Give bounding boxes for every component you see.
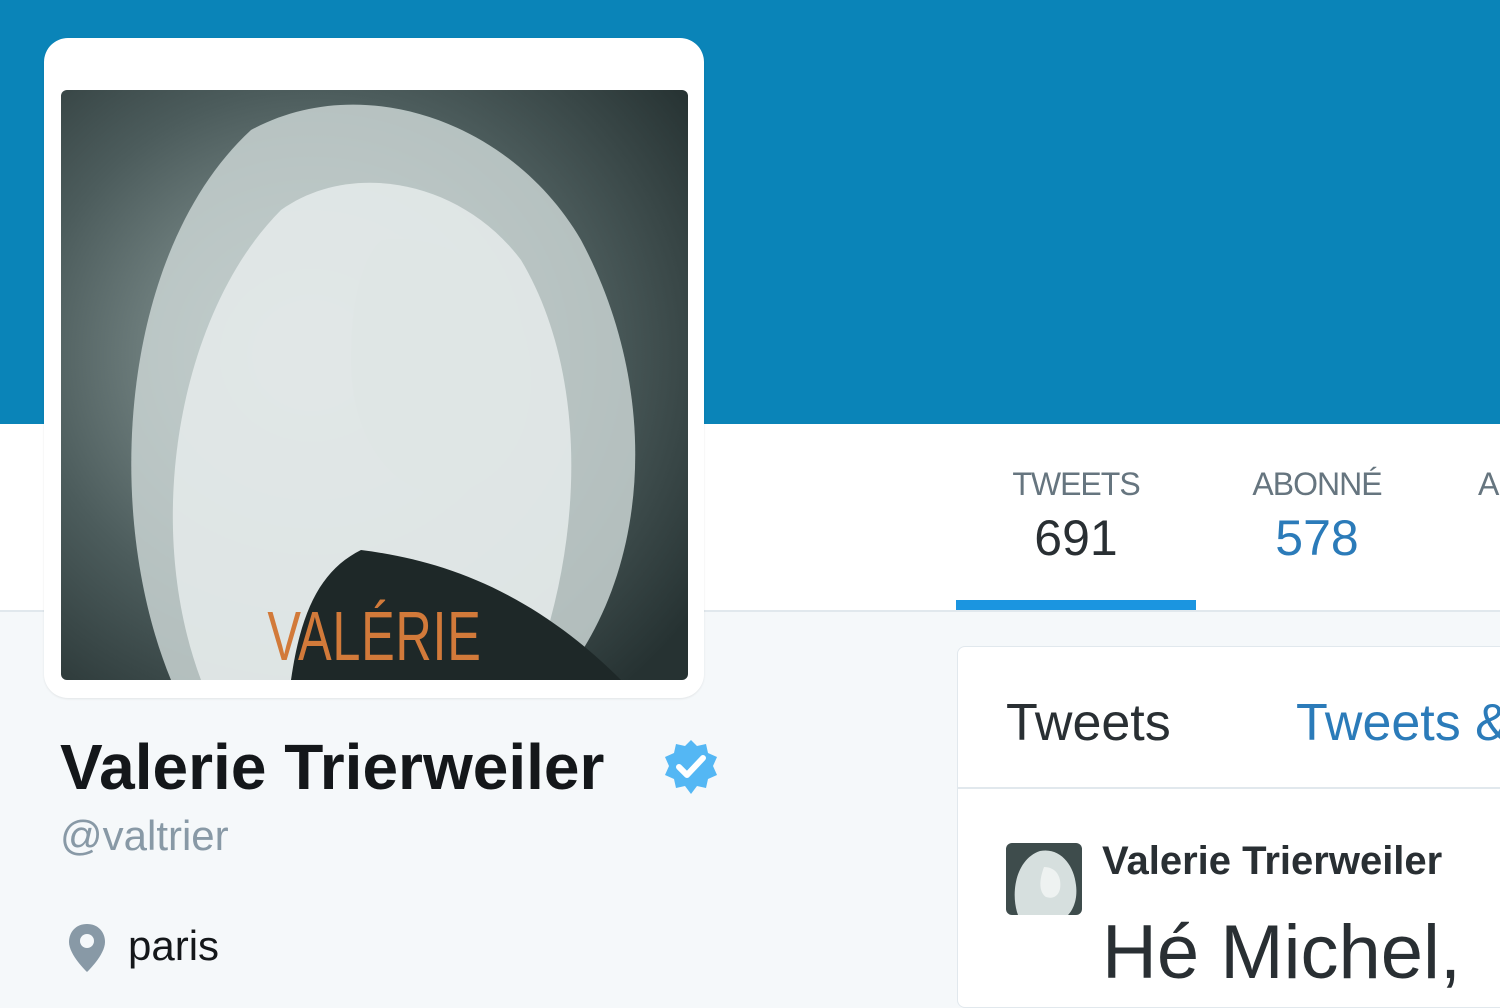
profile-name: Valerie Trierweiler bbox=[60, 731, 605, 803]
tweet-text: Hé Michel, bbox=[1102, 910, 1461, 995]
tweet-author-name[interactable]: Valerie Trierweiler bbox=[1102, 839, 1442, 884]
tweet-author-avatar[interactable] bbox=[1006, 843, 1082, 915]
avatar-photo: VALÉRIE bbox=[61, 90, 688, 680]
stat-next[interactable]: A bbox=[1478, 466, 1500, 503]
stat-next-label: A bbox=[1478, 466, 1499, 502]
verified-badge-icon bbox=[665, 740, 717, 794]
timeline-tabs: Tweets Tweets & bbox=[958, 647, 1500, 789]
profile-location: paris bbox=[128, 922, 220, 969]
stat-following-label: ABONNÉ bbox=[1252, 466, 1382, 502]
tab-tweets-and-replies[interactable]: Tweets & bbox=[1296, 693, 1500, 753]
stat-tweets-label: TWEETS bbox=[1012, 466, 1140, 502]
active-stat-indicator bbox=[956, 600, 1196, 610]
profile-handle: @valtrier bbox=[60, 812, 229, 859]
map-pin-icon bbox=[69, 924, 105, 972]
stat-tweets-value: 691 bbox=[1034, 510, 1118, 566]
stat-tweets[interactable]: TWEETS 691 bbox=[956, 466, 1196, 567]
profile-avatar[interactable]: VALÉRIE bbox=[44, 38, 704, 698]
stat-following-value: 578 bbox=[1275, 510, 1359, 566]
stat-following[interactable]: ABONNÉ 578 bbox=[1212, 466, 1422, 567]
avatar-caption: VALÉRIE bbox=[267, 597, 482, 675]
tab-tweets[interactable]: Tweets bbox=[1006, 693, 1171, 753]
timeline-panel: Tweets Tweets & Valerie Trierweiler Hé M… bbox=[957, 646, 1500, 1008]
